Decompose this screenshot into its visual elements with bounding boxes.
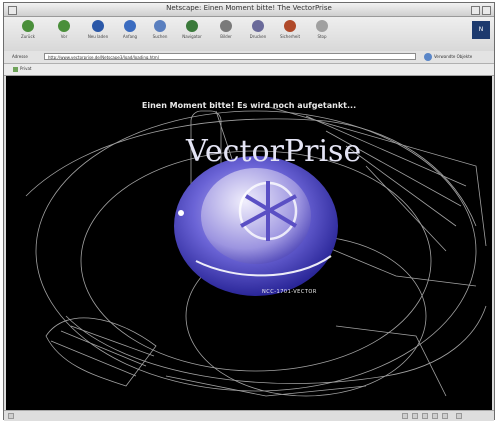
registry-caption: NCC-1701-VECTOR: [262, 289, 317, 295]
address-input[interactable]: http://www.vectorprise.de/Netscape3/load…: [44, 53, 416, 60]
related-objects-icon[interactable]: [424, 53, 432, 61]
search-button-label: Suchen: [152, 34, 168, 39]
component-icon-4[interactable]: [432, 413, 438, 419]
forward-button[interactable]: Vor: [50, 20, 78, 50]
print-button[interactable]: Drucken: [244, 20, 272, 50]
search-icon: [154, 20, 166, 32]
images-button-label: Bilder: [220, 34, 232, 39]
vectorprise-logo-text: VectorPrise: [186, 134, 362, 169]
home-button-label: Anfang: [122, 34, 138, 39]
title-bar[interactable]: Netscape: Einen Moment bitte! The Vector…: [4, 3, 494, 17]
back-button-label: Zurück: [21, 34, 35, 39]
component-icon-1[interactable]: [402, 413, 408, 419]
status-bar: [4, 410, 494, 421]
navigator-button-label: Navigator: [182, 34, 202, 39]
personal-toolbar: Privat: [4, 64, 494, 76]
security-button-label: Sicherheit: [279, 34, 301, 39]
home-button[interactable]: Anfang: [116, 20, 144, 50]
netscape-logo[interactable]: N: [472, 21, 490, 39]
stop-button-label: Stop: [317, 34, 327, 39]
search-button[interactable]: Suchen: [146, 20, 174, 50]
home-icon: [124, 20, 136, 32]
favorite-item[interactable]: Privat: [13, 66, 31, 72]
print-icon: [252, 20, 264, 32]
security-button[interactable]: Sicherheit: [276, 20, 304, 50]
location-bar: Adresse http://www.vectorprise.de/Netsca…: [4, 51, 494, 64]
zoom-box-icon[interactable]: [471, 6, 480, 15]
page-content: Einen Moment bitte! Es wird noch aufgeta…: [6, 76, 492, 410]
stop-button[interactable]: Stop: [308, 20, 336, 50]
back-button[interactable]: Zurück: [14, 20, 42, 50]
vectorprise-emblem: [174, 156, 338, 296]
reload-button-label: Neu laden: [87, 34, 109, 39]
images-icon: [220, 20, 232, 32]
address-label: Adresse: [12, 54, 28, 59]
emblem-highlight: [178, 210, 184, 216]
forward-arrow-icon: [58, 20, 70, 32]
related-objects-label[interactable]: Verwandte Objekte: [434, 54, 472, 59]
lock-icon: [284, 20, 296, 32]
security-status-icon[interactable]: [8, 413, 14, 419]
collapse-box-icon[interactable]: [482, 6, 491, 15]
favorite-item-label: Privat: [20, 66, 32, 71]
component-icon-2[interactable]: [412, 413, 418, 419]
window-title: Netscape: Einen Moment bitte! The Vector…: [166, 4, 332, 12]
resize-grip-icon[interactable]: [456, 413, 462, 419]
component-icon-3[interactable]: [422, 413, 428, 419]
navigation-toolbar: Zurück Vor Neu laden Anfang Suchen Navig…: [4, 17, 494, 52]
browser-window: Netscape: Einen Moment bitte! The Vector…: [3, 2, 495, 421]
navigator-button[interactable]: Navigator: [178, 20, 206, 50]
forward-button-label: Vor: [60, 34, 68, 39]
images-button[interactable]: Bilder: [212, 20, 240, 50]
bookmark-icon: [13, 66, 18, 72]
reload-button[interactable]: Neu laden: [84, 20, 112, 50]
guide-icon: [186, 20, 198, 32]
print-button-label: Drucken: [249, 34, 267, 39]
reload-icon: [92, 20, 104, 32]
back-arrow-icon: [22, 20, 34, 32]
stop-icon: [316, 20, 328, 32]
component-icon-5[interactable]: [442, 413, 448, 419]
